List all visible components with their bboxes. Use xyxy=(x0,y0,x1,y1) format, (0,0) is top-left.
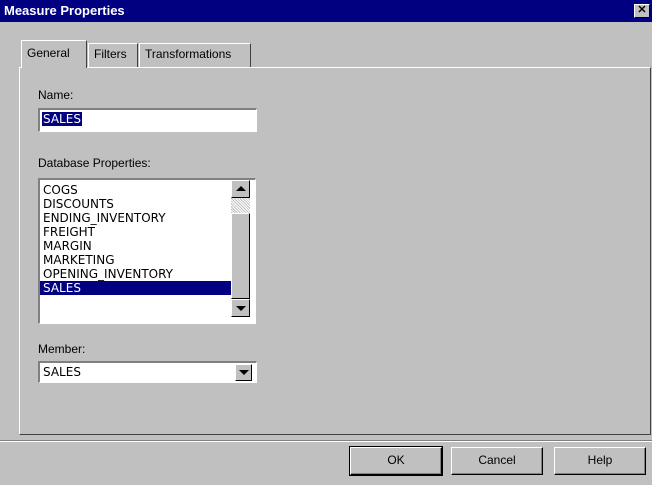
window-title: Measure Properties xyxy=(4,3,125,18)
tab-transformations-label: Transformations xyxy=(145,47,232,61)
footer-divider-highlight xyxy=(0,441,652,442)
tab-transformations[interactable]: Transformations xyxy=(139,43,251,67)
cancel-button[interactable]: Cancel xyxy=(451,447,543,475)
help-button[interactable]: Help xyxy=(554,447,646,475)
tab-general-label: General xyxy=(27,46,70,60)
cancel-button-label: Cancel xyxy=(478,453,516,467)
ok-button[interactable]: OK xyxy=(349,446,443,476)
help-button-label: Help xyxy=(587,453,613,467)
tab-general[interactable]: General xyxy=(21,40,87,68)
general-tab-panel xyxy=(19,67,651,435)
close-button[interactable]: ✕ xyxy=(634,4,650,18)
tab-filters-label: Filters xyxy=(94,47,127,61)
ok-button-label: OK xyxy=(387,453,405,467)
close-icon: ✕ xyxy=(637,4,647,16)
title-bar[interactable]: Measure Properties ✕ xyxy=(0,0,652,22)
tab-filters[interactable]: Filters xyxy=(88,43,138,67)
